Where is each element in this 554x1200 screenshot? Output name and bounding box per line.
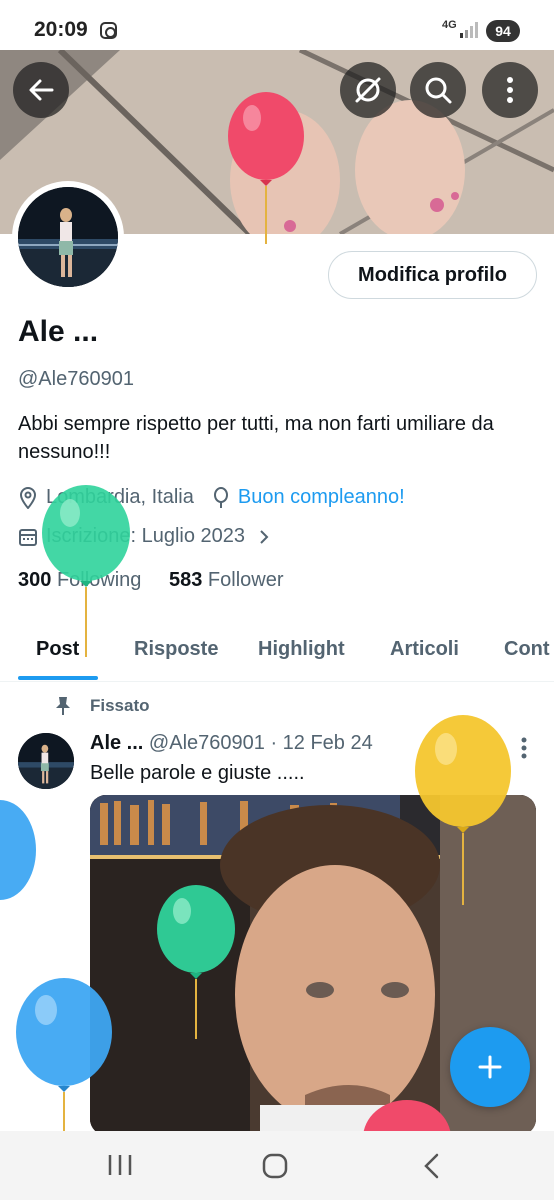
balloon-blue-edge <box>0 800 36 900</box>
avatar-photo <box>18 733 74 789</box>
pinned-indicator: Fissato <box>54 696 150 716</box>
instagram-notification-icon <box>100 22 117 39</box>
tweet-author-name[interactable]: Ale ... <box>90 732 143 754</box>
tab-articles[interactable]: Articoli <box>390 638 459 661</box>
back-button[interactable] <box>13 62 69 118</box>
profile-bio: Abbi sempre rispetto per tutti, ma non f… <box>18 413 494 463</box>
home-icon[interactable] <box>262 1153 288 1179</box>
more-vertical-icon <box>507 77 513 103</box>
tab-post[interactable]: Post <box>36 638 79 661</box>
edit-profile-button[interactable]: Modifica profilo <box>328 251 537 299</box>
birthday-link[interactable]: Buon compleanno! <box>238 486 405 509</box>
chevron-right-icon <box>260 529 269 544</box>
location-pin-icon <box>19 486 37 509</box>
tweet-date: · 12 Feb 24 <box>270 732 373 754</box>
battery-indicator: 94 <box>486 20 520 42</box>
avatar-photo <box>18 187 118 287</box>
profile-meta-row: Lombardia, Italia Buon compleanno! <box>18 486 405 509</box>
followers-label: Follower <box>207 569 284 591</box>
tweet-author-handle: @Ale760901 <box>148 732 265 754</box>
profile-tabs: Post Risposte Highlight Articoli Cont <box>0 620 554 682</box>
system-nav-bar <box>0 1131 554 1200</box>
tweet-more-icon[interactable] <box>520 736 528 760</box>
system-back-icon[interactable] <box>422 1153 440 1179</box>
balloon-icon <box>213 486 228 508</box>
signal-icon <box>460 22 478 38</box>
back-arrow-icon <box>29 79 54 101</box>
recent-apps-icon[interactable] <box>107 1153 133 1177</box>
pinned-label: Fissato <box>90 696 150 715</box>
followers-count: 583 <box>168 569 203 591</box>
following-count: 300 <box>18 569 52 591</box>
following-link[interactable]: 300 Following <box>18 569 141 591</box>
plus-icon <box>478 1055 502 1079</box>
compose-post-button[interactable] <box>450 1027 530 1107</box>
profile-name: Ale ... <box>18 315 99 348</box>
more-options-button[interactable] <box>482 62 538 118</box>
pin-icon <box>56 697 70 715</box>
profile-joined-date: Iscrizione: Luglio 2023 <box>46 525 246 547</box>
calendar-icon <box>19 528 37 546</box>
profile-location: Lombardia, Italia <box>46 486 194 508</box>
profile-joined-row[interactable]: Iscrizione: Luglio 2023 <box>18 525 269 548</box>
profile-avatar[interactable] <box>12 181 124 293</box>
tweet-author-avatar[interactable] <box>18 733 74 789</box>
profile-handle: @Ale760901 <box>18 368 134 390</box>
follow-stats: 300 Following 583 Follower <box>18 569 284 592</box>
search-button[interactable] <box>410 62 466 118</box>
tab-replies[interactable]: Risposte <box>134 638 218 661</box>
grok-button[interactable] <box>340 62 396 118</box>
following-label: Following <box>56 569 142 591</box>
status-time: 20:09 <box>34 18 88 41</box>
followers-link[interactable]: 583 Follower <box>169 569 284 591</box>
network-type: 4G <box>442 19 457 31</box>
tweet-header: Ale ... @Ale760901 · 12 Feb 24 <box>90 732 373 755</box>
grok-icon <box>355 77 381 103</box>
tab-highlights[interactable]: Highlight <box>258 638 345 661</box>
tweet-text: Belle parole e giuste ..... <box>90 762 305 784</box>
active-tab-indicator <box>18 676 98 680</box>
search-icon <box>425 77 452 104</box>
tab-media[interactable]: Cont <box>504 638 550 661</box>
